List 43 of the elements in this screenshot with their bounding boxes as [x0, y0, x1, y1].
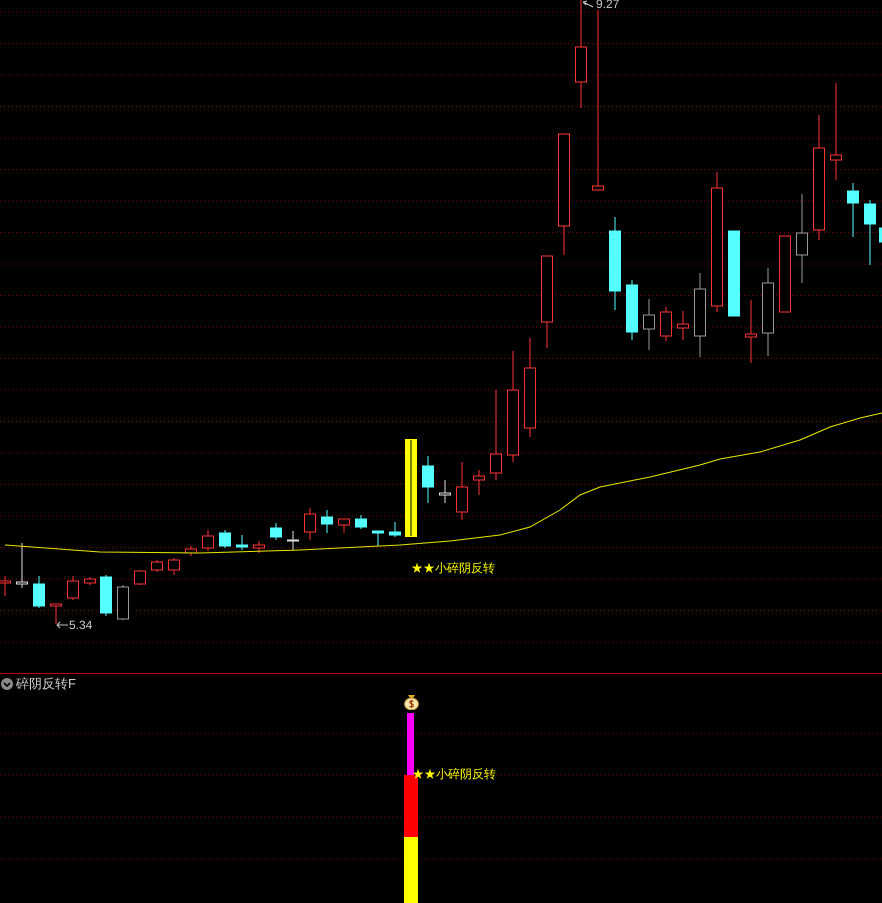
- candle: [338, 518, 350, 534]
- candle: [134, 570, 146, 586]
- candle: [864, 200, 876, 266]
- candle: [439, 480, 451, 504]
- candle: [626, 280, 638, 340]
- low-price-label: 5.34: [69, 618, 92, 632]
- candle: [219, 530, 231, 548]
- candle: [847, 182, 859, 238]
- candle: [304, 508, 316, 540]
- candle: [643, 298, 655, 350]
- candle: [151, 560, 163, 572]
- candle: [677, 310, 689, 340]
- candle: [422, 456, 434, 504]
- candle: [202, 530, 214, 552]
- candle: [355, 514, 367, 530]
- candle: [372, 530, 384, 546]
- pointer-arrow: [582, 0, 594, 8]
- signal-label: ★★小碎阴反转: [411, 561, 495, 576]
- indicator-title: 碎阴反转F: [16, 676, 76, 691]
- candle: [168, 558, 180, 576]
- candle: [389, 522, 401, 538]
- indicator-bar-segment: [404, 837, 418, 903]
- candle: [270, 522, 282, 540]
- candle: [473, 470, 485, 496]
- candle: [50, 604, 62, 624]
- candle: [33, 576, 45, 608]
- money-bag-icon: [404, 694, 419, 710]
- candle: [236, 534, 248, 550]
- candle: [67, 576, 79, 600]
- candle: [185, 546, 197, 556]
- candle: [287, 530, 299, 550]
- candle: [117, 584, 129, 620]
- candle: [879, 228, 882, 242]
- candle: [253, 540, 265, 554]
- candle: [84, 576, 96, 586]
- pointer-arrow: [56, 622, 68, 628]
- collapse-chevron-icon[interactable]: [1, 678, 13, 690]
- candle: [100, 574, 112, 616]
- candle: [16, 542, 28, 588]
- candle: [321, 510, 333, 534]
- candle: [745, 300, 757, 364]
- candle: [456, 462, 468, 520]
- candle: [660, 306, 672, 342]
